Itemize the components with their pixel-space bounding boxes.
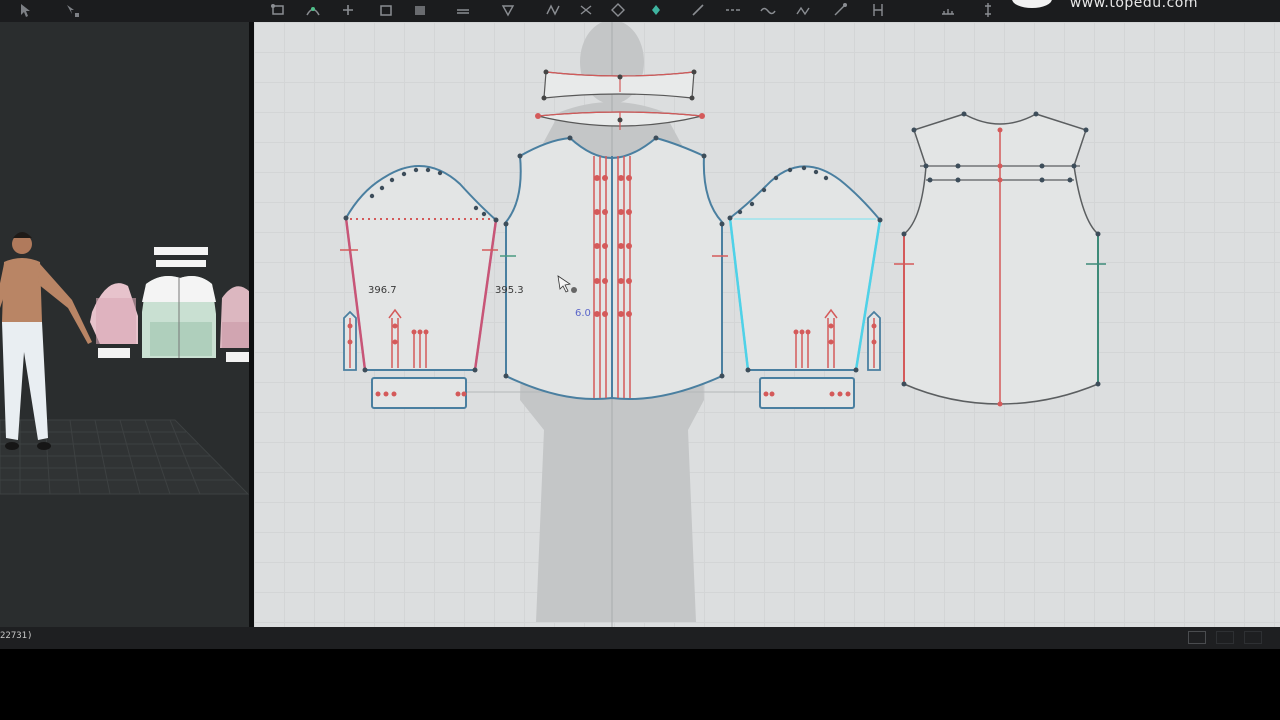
tack-icon[interactable] xyxy=(795,2,811,18)
edit-point-icon[interactable] xyxy=(270,2,286,18)
select-icon[interactable] xyxy=(18,2,34,18)
view-toggle-icon[interactable] xyxy=(1188,631,1206,644)
dart-icon[interactable] xyxy=(500,2,516,18)
transform-icon[interactable] xyxy=(64,2,80,18)
free-sewing-icon[interactable] xyxy=(760,2,776,18)
right-cuff-piece xyxy=(759,377,855,409)
polygon-icon[interactable] xyxy=(412,2,428,18)
letterbox-bottom xyxy=(0,649,1280,720)
fullscreen-toggle-icon[interactable] xyxy=(1244,631,1262,644)
watermark-text: www.topedu.com xyxy=(1069,0,1198,11)
left-placket-strip xyxy=(343,310,357,371)
symmetric-icon[interactable] xyxy=(648,2,664,18)
front-bodice-piece xyxy=(500,135,728,401)
pattern-canvas[interactable] xyxy=(254,22,1280,627)
garment-preview xyxy=(90,247,250,362)
layout-toggle-icon[interactable] xyxy=(1216,631,1234,644)
toolbar: www.topedu.com xyxy=(0,0,1280,22)
curve-point-icon[interactable] xyxy=(305,2,321,18)
measure-icon[interactable] xyxy=(940,2,956,18)
front-edge-length-label: 395.3 xyxy=(495,285,524,296)
3d-viewport[interactable] xyxy=(0,22,250,627)
status-text: 22731) xyxy=(0,631,33,641)
add-point-icon[interactable] xyxy=(340,2,356,18)
male-avatar xyxy=(0,232,92,450)
internal-line-icon[interactable] xyxy=(455,2,471,18)
watermark-logo xyxy=(1012,0,1052,8)
rectangle-icon[interactable] xyxy=(378,2,394,18)
pleat-icon[interactable] xyxy=(545,2,561,18)
trace-icon[interactable] xyxy=(610,2,626,18)
active-length-label: 6.0 xyxy=(575,308,591,319)
fold-icon[interactable] xyxy=(578,2,594,18)
3d-scene xyxy=(0,232,250,495)
sewing-icon[interactable] xyxy=(690,2,706,18)
segment-sewing-icon[interactable] xyxy=(725,2,741,18)
2d-pattern-window[interactable]: 396.7 395.3 6.0 xyxy=(254,22,1280,627)
elastic-icon[interactable] xyxy=(870,2,886,18)
back-bodice-piece xyxy=(894,111,1106,407)
right-placket-strip xyxy=(867,310,881,371)
left-sleeve-length-label: 396.7 xyxy=(368,285,397,296)
left-sleeve-piece xyxy=(340,165,499,373)
right-sleeve-piece xyxy=(727,165,883,373)
status-bar: 22731) xyxy=(0,627,1280,649)
left-cuff-piece xyxy=(371,377,467,409)
ruler-icon[interactable] xyxy=(980,2,996,18)
pin-icon[interactable] xyxy=(832,2,848,18)
